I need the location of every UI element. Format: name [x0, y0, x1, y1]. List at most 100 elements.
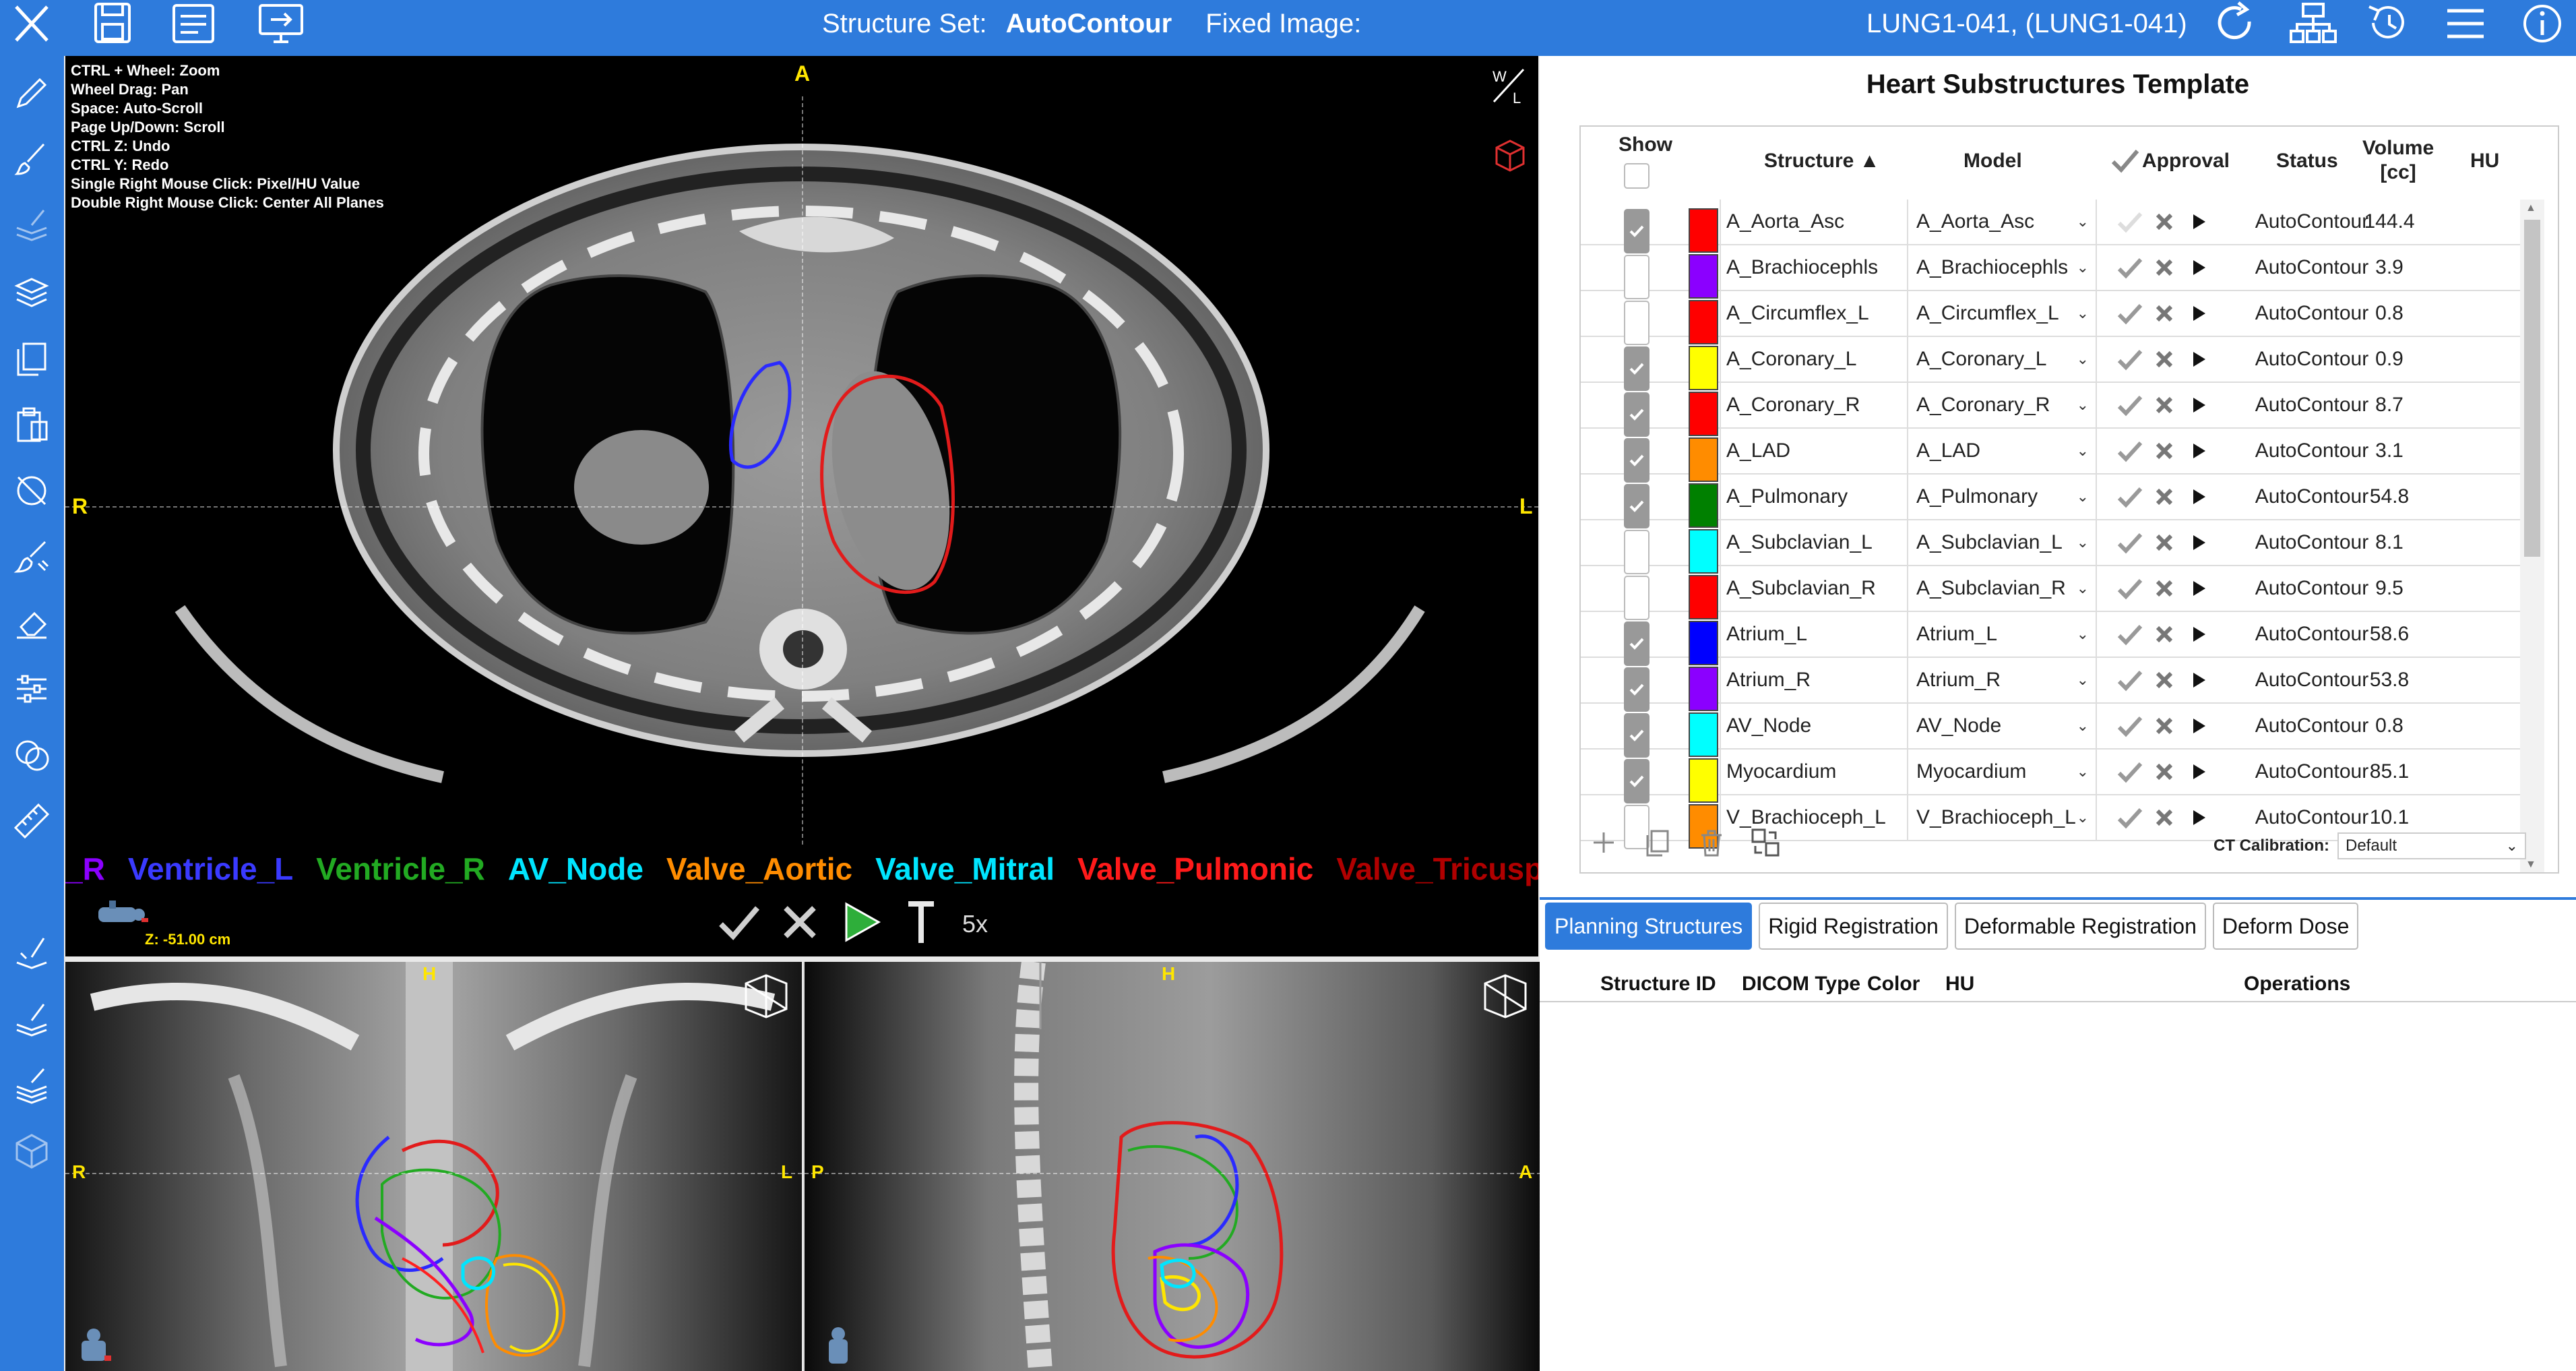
table-row[interactable]: A_Subclavian_R A_Subclavian_R ⌄ AutoContour… [1581, 566, 2521, 620]
table-row[interactable]: A_Coronary_L A_Coronary_L ⌄ AutoContour 0.9 [1581, 337, 2521, 391]
menu-icon[interactable] [2441, 0, 2490, 47]
scroll-thumb[interactable] [2524, 220, 2540, 557]
play-icon[interactable] [837, 898, 884, 949]
approve-check-icon[interactable] [2113, 714, 2147, 738]
3d-reset-icon[interactable] [739, 969, 793, 1023]
add-icon[interactable] [1587, 826, 1621, 863]
approve-check-icon[interactable] [2113, 530, 2147, 555]
pencil-icon[interactable] [8, 69, 55, 117]
table-row[interactable]: Atrium_L Atrium_L ⌄ AutoContour 58.6 [1581, 612, 2521, 666]
model-select[interactable]: Atrium_R ⌄ [1910, 658, 2097, 702]
delete-icon[interactable] [1695, 826, 1728, 863]
ruler-icon[interactable] [8, 797, 55, 845]
model-select[interactable]: A_Pulmonary ⌄ [1910, 475, 2097, 519]
table-row[interactable]: AV_Node AV_Node ⌄ AutoContour 0.8 [1581, 704, 2521, 758]
layers-icon[interactable] [8, 269, 55, 316]
approve-slice-icon[interactable] [8, 930, 55, 977]
header-structure-id[interactable]: Structure ID [1600, 973, 1716, 996]
smooth-icon[interactable] [8, 533, 55, 580]
adjust-icon[interactable] [8, 665, 55, 712]
approve-check-icon[interactable] [2113, 210, 2147, 234]
approve-check-icon[interactable] [2113, 668, 2147, 692]
speed-slider-icon[interactable] [898, 898, 945, 949]
3d-reset-icon[interactable] [1478, 969, 1532, 1023]
interpolate-icon[interactable] [8, 202, 55, 249]
model-select[interactable]: A_Subclavian_L ⌄ [1910, 520, 2097, 565]
reject-x-icon[interactable] [2147, 762, 2182, 782]
table-row[interactable]: A_Aorta_Asc A_Aorta_Asc ⌄ AutoContour 144.4 [1581, 200, 2521, 253]
table-row[interactable]: A_Circumflex_L A_Circumflex_L ⌄ AutoContour… [1581, 291, 2521, 345]
refresh-icon[interactable] [2210, 0, 2260, 47]
model-select[interactable]: AV_Node ⌄ [1910, 704, 2097, 748]
play-icon[interactable] [2182, 626, 2216, 643]
approve-check-icon[interactable] [2113, 393, 2147, 417]
header-structure[interactable]: Structure ▲ [1764, 150, 1879, 173]
table-row[interactable]: A_Coronary_R A_Coronary_R ⌄ AutoContour 8.7 [1581, 383, 2521, 437]
reject-x-icon[interactable] [2147, 578, 2182, 599]
table-scrollbar[interactable]: ▲ ▼ [2520, 200, 2544, 872]
save-icon[interactable] [88, 0, 137, 47]
approve-all-icon[interactable] [8, 1062, 55, 1109]
approve-stack-icon[interactable] [8, 996, 55, 1043]
info-icon[interactable] [2517, 0, 2567, 47]
play-icon[interactable] [2182, 351, 2216, 368]
copy-icon[interactable] [8, 335, 55, 382]
model-select[interactable]: A_Subclavian_R ⌄ [1910, 566, 2097, 611]
tab-rigid-registration[interactable]: Rigid Registration [1759, 903, 1948, 950]
reject-x-icon[interactable] [2147, 808, 2182, 828]
header-dicom-type[interactable]: DICOM Type [1742, 973, 1860, 996]
brush-icon[interactable] [8, 135, 55, 183]
reject-x-icon[interactable] [2147, 257, 2182, 278]
play-icon[interactable] [2182, 763, 2216, 781]
reject-x-icon[interactable] [2147, 716, 2182, 736]
clear-contour-icon[interactable] [8, 467, 55, 514]
approve-check-icon[interactable] [716, 898, 763, 949]
model-select[interactable]: A_Brachiocephls ⌄ [1910, 245, 2097, 290]
reject-x-icon[interactable] [2147, 212, 2182, 232]
table-row[interactable]: A_LAD A_LAD ⌄ AutoContour 3.1 [1581, 429, 2521, 483]
play-icon[interactable] [2182, 259, 2216, 276]
table-row[interactable]: Atrium_R Atrium_R ⌄ AutoContour 53.8 [1581, 658, 2521, 712]
scroll-up-icon[interactable]: ▲ [2525, 202, 2536, 214]
header-approval[interactable]: Approval [2142, 150, 2230, 173]
close-icon[interactable] [7, 0, 57, 47]
model-select[interactable]: Atrium_L ⌄ [1910, 612, 2097, 657]
play-icon[interactable] [2182, 488, 2216, 506]
approve-check-icon[interactable] [2113, 255, 2147, 280]
approve-check-icon[interactable] [2113, 439, 2147, 463]
approve-check-icon[interactable] [2113, 805, 2147, 830]
duplicate-icon[interactable] [1641, 826, 1674, 863]
table-row[interactable]: A_Brachiocephls A_Brachiocephls ⌄ AutoConto… [1581, 245, 2521, 299]
table-row[interactable]: A_Pulmonary A_Pulmonary ⌄ AutoContour 54.8 [1581, 475, 2521, 528]
coronal-viewport[interactable]: H R L [64, 962, 802, 1371]
reject-x-icon[interactable] [2147, 624, 2182, 644]
axial-viewport[interactable]: CTRL + Wheel: Zoom Wheel Drag: Pan Space… [64, 56, 1540, 956]
3d-cube-icon[interactable] [1491, 137, 1529, 175]
reject-x-icon[interactable] [776, 898, 823, 949]
select-all-checkbox[interactable] [1624, 163, 1650, 189]
header-hu[interactable]: HU [1945, 973, 1974, 996]
play-icon[interactable] [2182, 442, 2216, 460]
model-select[interactable]: V_Brachioceph_L ⌄ [1910, 795, 2097, 840]
3d-view-icon[interactable] [8, 1128, 55, 1175]
model-select[interactable]: A_Coronary_L ⌄ [1910, 337, 2097, 382]
reject-x-icon[interactable] [2147, 487, 2182, 507]
approve-check-icon[interactable] [2113, 760, 2147, 784]
play-icon[interactable] [2182, 396, 2216, 414]
ct-calibration-select[interactable]: Default ⌄ [2337, 832, 2526, 859]
play-icon[interactable] [2182, 580, 2216, 597]
network-icon[interactable] [2288, 0, 2338, 47]
model-select[interactable]: Myocardium ⌄ [1910, 750, 2097, 794]
header-hu[interactable]: HU [2470, 150, 2499, 173]
approve-check-icon[interactable] [2113, 301, 2147, 326]
header-color[interactable]: Color [1867, 973, 1920, 996]
play-icon[interactable] [2182, 305, 2216, 322]
sagittal-viewport[interactable]: H P A [803, 962, 1540, 1371]
export-icon[interactable] [256, 0, 306, 47]
paste-icon[interactable] [8, 401, 55, 448]
reject-x-icon[interactable] [2147, 441, 2182, 461]
reject-x-icon[interactable] [2147, 670, 2182, 690]
table-row[interactable]: Myocardium Myocardium ⌄ AutoContour 85.1 [1581, 750, 2521, 803]
approve-check-icon[interactable] [2113, 576, 2147, 601]
reject-x-icon[interactable] [2147, 303, 2182, 324]
